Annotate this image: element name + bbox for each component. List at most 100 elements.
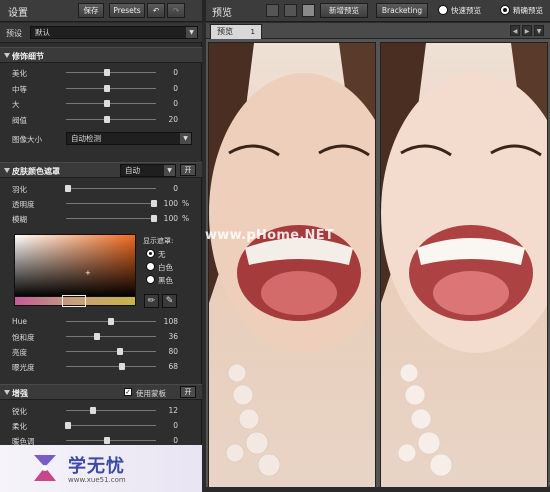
skin-mask-section-header[interactable]: 皮肤颜色遮罩 自动 ▼ 开 bbox=[0, 162, 202, 178]
detail-slider-thumb[interactable] bbox=[103, 69, 110, 76]
enhance-slider-thumb[interactable] bbox=[90, 407, 96, 414]
color-slider-row: 饱和度 36 bbox=[0, 330, 202, 343]
skin-slider-track[interactable] bbox=[66, 188, 156, 189]
preview-area: 预览 1 ◀ ▶ ▼ bbox=[206, 23, 550, 492]
preview-after-image[interactable] bbox=[380, 42, 548, 492]
split-horizontal-view-button[interactable] bbox=[284, 4, 297, 17]
color-slider-value: 108 bbox=[163, 317, 178, 326]
detail-slider-track[interactable] bbox=[66, 72, 156, 73]
detail-slider-value: 0 bbox=[173, 83, 178, 93]
panel-divider bbox=[202, 0, 206, 22]
enhance-open-toggle[interactable]: 开 bbox=[180, 386, 196, 398]
collapse-triangle-icon bbox=[4, 168, 10, 173]
eyedropper-icon: ✏ bbox=[147, 296, 156, 306]
skin-slider-label: 羽化 bbox=[12, 185, 27, 194]
save-button[interactable]: 保存 bbox=[78, 3, 104, 18]
image-size-row: 图像大小 自动检测 ▼ bbox=[0, 132, 202, 145]
fast-preview-label: 快速预览 bbox=[451, 6, 481, 15]
enhance-slider-track[interactable] bbox=[66, 425, 156, 426]
preview-tab-bar: 预览 1 ◀ ▶ ▼ bbox=[206, 23, 550, 39]
tab-menu-button[interactable]: ▼ bbox=[534, 25, 544, 36]
chevron-down-icon: ▼ bbox=[180, 133, 191, 144]
detail-slider-label: 美化 bbox=[12, 69, 27, 78]
color-slider-row: Hue 108 bbox=[0, 315, 202, 328]
detail-slider-value: 0 bbox=[173, 99, 178, 108]
tab-prev-button[interactable]: ◀ bbox=[510, 25, 520, 36]
use-mask-checkbox[interactable]: ✓ bbox=[124, 388, 132, 396]
tab-next-button[interactable]: ▶ bbox=[522, 25, 532, 36]
preview-status-strip bbox=[206, 487, 550, 492]
redo-button[interactable]: ↷ bbox=[167, 3, 185, 18]
color-slider-track[interactable] bbox=[66, 366, 156, 367]
mask-option-none-label: 无 bbox=[158, 250, 166, 259]
watermark-text: www.pHome.NET bbox=[205, 228, 335, 243]
portrait-photo-before bbox=[209, 43, 375, 477]
mask-option-white-radio[interactable] bbox=[146, 262, 155, 271]
image-size-select[interactable]: 自动检测 ▼ bbox=[66, 132, 192, 145]
chevron-down-icon: ▼ bbox=[186, 27, 197, 38]
color-slider-value: 80 bbox=[168, 347, 178, 356]
collapse-triangle-icon bbox=[4, 390, 10, 395]
mask-option-black-radio[interactable] bbox=[146, 275, 155, 284]
detail-slider-track[interactable] bbox=[66, 103, 156, 104]
color-slider-thumb[interactable] bbox=[108, 318, 114, 325]
detail-slider-track[interactable] bbox=[66, 87, 156, 89]
skin-slider-track[interactable] bbox=[66, 203, 156, 204]
split-vertical-view-button[interactable] bbox=[302, 4, 315, 17]
enhance-slider-track[interactable] bbox=[66, 410, 156, 411]
enhance-slider-thumb[interactable] bbox=[103, 437, 110, 444]
skin-slider-row: 透明度 100% bbox=[0, 197, 202, 210]
presets-button[interactable]: Presets bbox=[109, 3, 145, 18]
enhance-section-header[interactable]: 增强 ✓ 使用蒙板 开 bbox=[0, 384, 202, 400]
color-slider-track[interactable] bbox=[66, 336, 156, 337]
top-toolbar: 设置 保存 Presets ↶ ↷ 预览 新增预览 Bracketing 快速预… bbox=[0, 0, 550, 22]
detail-slider-row: 阀值 20 bbox=[0, 113, 202, 126]
mask-option-none-radio[interactable] bbox=[146, 249, 155, 258]
preview-before-image[interactable] bbox=[208, 42, 376, 492]
picker-crosshair-icon: + bbox=[85, 269, 91, 277]
settings-panel: 预设 默认 ▼ 修饰细节 美化 0 中等 0 大 0 阀值 20 图像大小 自动检测 ▼ 皮肤… bbox=[0, 23, 202, 492]
color-slider-thumb[interactable] bbox=[118, 363, 125, 370]
detail-slider-label: 大 bbox=[12, 100, 20, 109]
detail-slider-track[interactable] bbox=[66, 118, 156, 120]
color-slider-thumb[interactable] bbox=[117, 348, 123, 355]
color-slider-track[interactable] bbox=[66, 351, 156, 352]
tab-preview[interactable]: 预览 1 bbox=[210, 24, 262, 39]
preset-select[interactable]: 默认 ▼ bbox=[30, 26, 198, 39]
accurate-preview-radio[interactable] bbox=[500, 5, 510, 15]
show-mask-label: 显示遮罩: bbox=[143, 237, 174, 245]
bracketing-button[interactable]: Bracketing bbox=[376, 3, 428, 18]
fast-preview-radio[interactable] bbox=[438, 5, 448, 15]
detail-slider-value: 0 bbox=[173, 68, 178, 77]
skin-slider-row: 模糊 100% bbox=[0, 212, 202, 225]
color-slider-thumb[interactable] bbox=[93, 333, 100, 340]
chevron-down-icon: ▼ bbox=[536, 28, 542, 35]
detail-slider-value: 20 bbox=[168, 114, 178, 124]
eyedropper-button[interactable]: ✏ bbox=[144, 294, 159, 308]
detail-slider-thumb[interactable] bbox=[103, 84, 110, 92]
enhance-slider-thumb[interactable] bbox=[64, 422, 71, 429]
preset-label: 预设 bbox=[6, 29, 22, 38]
enhance-slider-value: 0 bbox=[173, 436, 178, 445]
accurate-preview-label: 精确预览 bbox=[513, 6, 543, 15]
color-picker[interactable]: + bbox=[14, 234, 136, 298]
detail-slider-row: 大0 bbox=[0, 97, 202, 110]
detail-slider-thumb[interactable] bbox=[103, 115, 110, 123]
enhance-slider-row: 柔化 0 bbox=[0, 419, 202, 432]
tab-index: 1 bbox=[250, 28, 255, 36]
detail-section-header[interactable]: 修饰细节 bbox=[0, 47, 202, 63]
skin-slider-thumb[interactable] bbox=[64, 185, 71, 192]
detail-slider-thumb[interactable] bbox=[103, 100, 110, 107]
skin-open-toggle[interactable]: 开 bbox=[180, 164, 196, 176]
undo-button[interactable]: ↶ bbox=[147, 3, 165, 18]
new-preview-button[interactable]: 新增预览 bbox=[320, 3, 368, 18]
site-url: www.xue51.com bbox=[68, 476, 126, 484]
enhance-slider-track[interactable] bbox=[66, 440, 156, 441]
skin-slider-track[interactable] bbox=[66, 218, 156, 219]
site-logo-icon bbox=[34, 455, 56, 481]
skin-slider-label: 透明度 bbox=[12, 200, 35, 209]
range-marker[interactable] bbox=[62, 295, 86, 307]
single-view-button[interactable] bbox=[266, 4, 279, 17]
eyedropper-minus-button[interactable]: ✎ bbox=[162, 294, 177, 308]
skin-mode-select[interactable]: 自动 ▼ bbox=[120, 164, 176, 177]
